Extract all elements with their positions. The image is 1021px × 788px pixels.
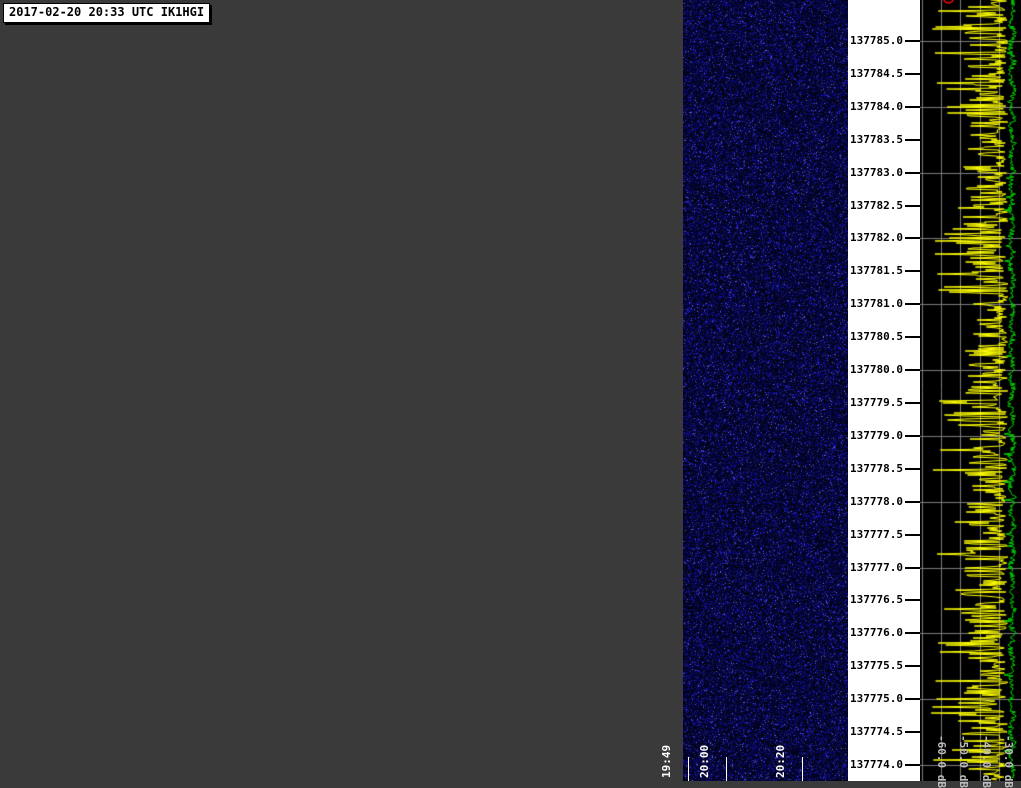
freq-tick bbox=[905, 599, 920, 601]
freq-label: 137777.0 bbox=[850, 561, 903, 574]
freq-label: 137775.5 bbox=[850, 659, 903, 672]
time-tick bbox=[726, 757, 727, 781]
spectrum-canvas bbox=[920, 0, 1021, 781]
time-label: 19:49 bbox=[660, 744, 673, 778]
freq-tick bbox=[905, 731, 920, 733]
freq-label: 137783.0 bbox=[850, 166, 903, 179]
time-tick bbox=[688, 757, 689, 781]
db-label: -50.0 dB bbox=[957, 735, 970, 788]
waterfall-canvas bbox=[683, 0, 848, 781]
freq-tick bbox=[905, 632, 920, 634]
freq-label: 137779.5 bbox=[850, 396, 903, 409]
time-label: 20:20 bbox=[774, 744, 787, 778]
frequency-scale: 137785.0 137784.5 137784.0 137783.5 137783.0… bbox=[848, 0, 920, 781]
freq-label: 137777.5 bbox=[850, 528, 903, 541]
freq-tick bbox=[905, 567, 920, 569]
freq-tick bbox=[905, 369, 920, 371]
freq-label: 137781.0 bbox=[850, 297, 903, 310]
freq-tick bbox=[905, 501, 920, 503]
db-label: -30.0 dB bbox=[1002, 735, 1015, 788]
time-tick bbox=[802, 757, 803, 781]
freq-tick bbox=[905, 698, 920, 700]
freq-label: 137783.5 bbox=[850, 133, 903, 146]
freq-label: 137779.0 bbox=[850, 429, 903, 442]
freq-tick bbox=[905, 303, 920, 305]
freq-label: 137774.0 bbox=[850, 758, 903, 771]
freq-tick bbox=[905, 237, 920, 239]
grabber-screen: 2017-02-20 20:33 UTC IK1HGI 19:49 20:00 20… bbox=[0, 0, 1021, 788]
freq-tick bbox=[905, 40, 920, 42]
db-label: -60.0 dB bbox=[935, 735, 948, 788]
blank-gray-panel: 2017-02-20 20:33 UTC IK1HGI bbox=[0, 0, 683, 781]
waterfall-panel: 19:49 20:00 20:20 bbox=[660, 0, 848, 781]
freq-tick bbox=[905, 139, 920, 141]
freq-tick bbox=[905, 205, 920, 207]
freq-tick bbox=[905, 172, 920, 174]
freq-label: 137785.0 bbox=[850, 34, 903, 47]
freq-label: 137776.0 bbox=[850, 626, 903, 639]
freq-label: 137781.5 bbox=[850, 264, 903, 277]
freq-tick bbox=[905, 106, 920, 108]
freq-tick bbox=[905, 402, 920, 404]
freq-label: 137782.5 bbox=[850, 199, 903, 212]
freq-label: 137784.5 bbox=[850, 67, 903, 80]
timestamp-label: 2017-02-20 20:33 UTC IK1HGI bbox=[3, 3, 211, 23]
freq-label: 137780.0 bbox=[850, 363, 903, 376]
freq-tick bbox=[905, 534, 920, 536]
freq-label: 137778.0 bbox=[850, 495, 903, 508]
freq-label: 137784.0 bbox=[850, 100, 903, 113]
freq-label: 137775.0 bbox=[850, 692, 903, 705]
freq-label: 137776.5 bbox=[850, 593, 903, 606]
freq-tick bbox=[905, 435, 920, 437]
freq-tick bbox=[905, 764, 920, 766]
spectrum-panel: -60.0 dB -50.0 dB -40.0 dB -30.0 dB bbox=[920, 0, 1021, 788]
freq-label: 137778.5 bbox=[850, 462, 903, 475]
db-label: -40.0 dB bbox=[980, 735, 993, 788]
freq-tick bbox=[905, 468, 920, 470]
freq-tick bbox=[905, 270, 920, 272]
freq-tick bbox=[905, 665, 920, 667]
freq-label: 137782.0 bbox=[850, 231, 903, 244]
time-label: 20:00 bbox=[698, 744, 711, 778]
freq-tick bbox=[905, 73, 920, 75]
freq-tick bbox=[905, 336, 920, 338]
freq-label: 137774.5 bbox=[850, 725, 903, 738]
freq-label: 137780.5 bbox=[850, 330, 903, 343]
